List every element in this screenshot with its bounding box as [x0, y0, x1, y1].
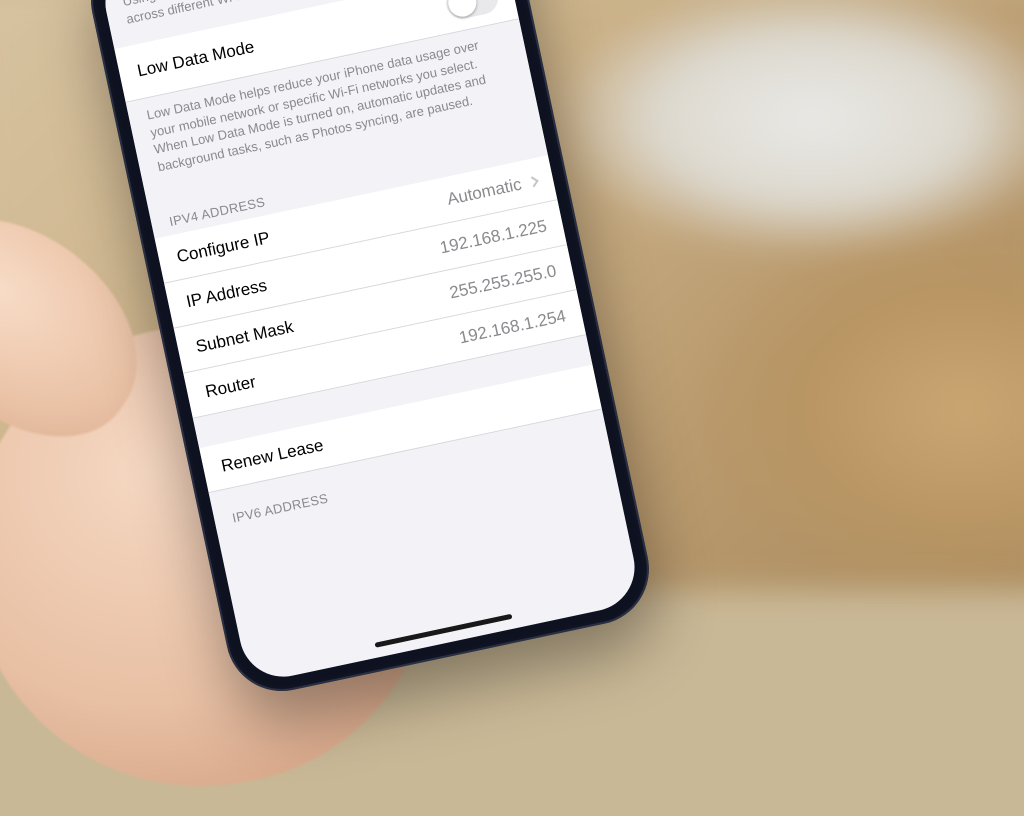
router-label: Router: [204, 372, 258, 402]
low-data-mode-label: Low Data Mode: [136, 37, 257, 81]
renew-lease-link[interactable]: Renew Lease: [219, 435, 325, 476]
chevron-right-icon: [528, 176, 539, 187]
low-data-mode-toggle[interactable]: [443, 0, 501, 22]
configure-ip-label: Configure IP: [175, 228, 272, 267]
subnet-mask-label: Subnet Mask: [194, 317, 295, 357]
ip-address-label: IP Address: [185, 275, 269, 312]
